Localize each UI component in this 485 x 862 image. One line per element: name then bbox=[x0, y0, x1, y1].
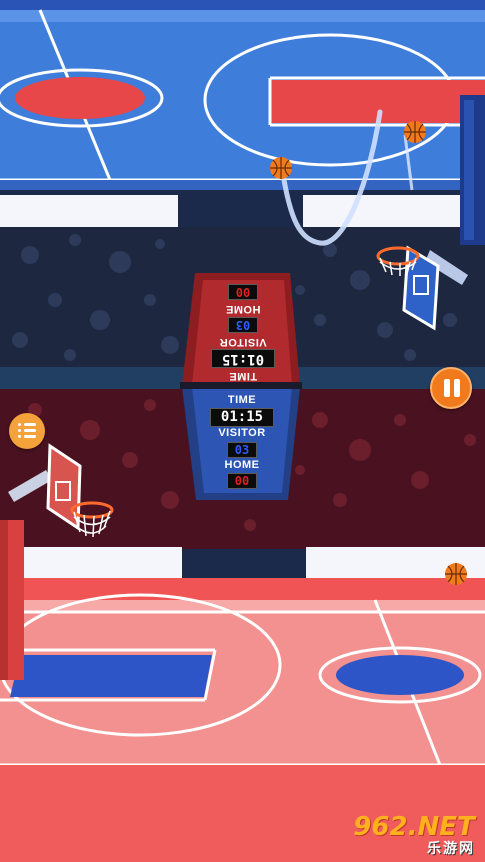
scoreboard-flipped: TIME 01:15 VISITOR 03 HOME 00 bbox=[200, 283, 286, 383]
scoreboard-visitor-label: VISITOR bbox=[218, 427, 266, 439]
left-pillar-shade bbox=[0, 520, 8, 680]
bottom-key bbox=[10, 655, 212, 697]
scoreboard-time-value: 01:15 bbox=[210, 408, 274, 427]
top-court-stripe bbox=[0, 10, 485, 22]
top-right-barrier bbox=[303, 195, 485, 227]
basketball-opponent bbox=[270, 157, 292, 179]
scoreboard-visitor-score: 03 bbox=[227, 442, 257, 458]
scoreboard-time-label: TIME bbox=[227, 394, 257, 406]
top-left-barrier bbox=[0, 195, 178, 227]
watermark-logo: 962.NET 乐游网 bbox=[349, 812, 479, 858]
watermark-sub-text: 乐游网 bbox=[427, 841, 475, 857]
scoreboard-flipped-time-value: 01:15 bbox=[211, 349, 275, 368]
menu-icon bbox=[18, 423, 36, 439]
bottom-court-edge bbox=[0, 578, 485, 600]
scoreboard-home-score: 00 bbox=[227, 473, 257, 489]
menu-button[interactable] bbox=[9, 413, 45, 449]
scoreboard-flipped-home-label: HOME bbox=[225, 303, 261, 315]
scoreboard-upright: TIME 01:15 VISITOR 03 HOME 00 bbox=[199, 392, 285, 492]
bottom-left-barrier bbox=[22, 547, 182, 581]
bottom-court-stripe bbox=[0, 600, 485, 612]
scoreboard-flipped-visitor-label: VISITOR bbox=[219, 336, 267, 348]
pause-button[interactable] bbox=[430, 367, 472, 409]
scoreboard-flipped-visitor-score: 03 bbox=[228, 317, 258, 333]
scoreboard-flipped-home-score: 00 bbox=[228, 284, 258, 300]
basketball-player bbox=[445, 563, 467, 585]
scoreboard-flipped-time-label: TIME bbox=[228, 370, 258, 382]
scoreboard-home-label: HOME bbox=[224, 459, 260, 471]
pause-icon bbox=[444, 379, 450, 397]
pause-icon-bar bbox=[454, 379, 460, 397]
bottom-center-circle bbox=[336, 655, 464, 695]
top-center-circle bbox=[15, 77, 145, 119]
basketball-flying bbox=[404, 121, 426, 143]
